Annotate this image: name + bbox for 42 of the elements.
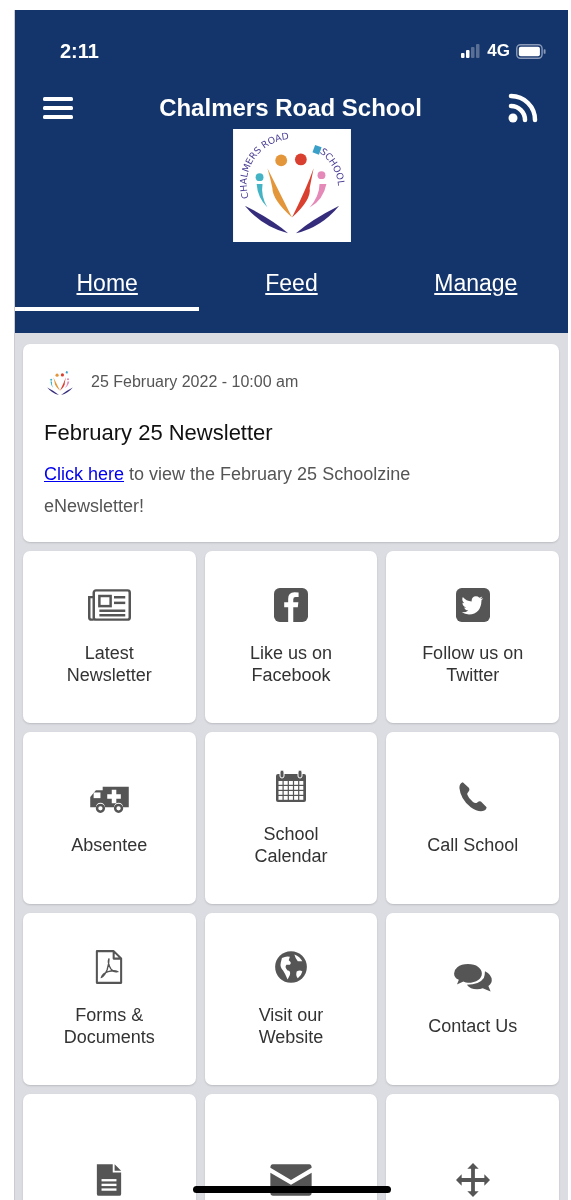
menu-tile[interactable]: Follow us on Twitter [386, 551, 559, 723]
menu-tile[interactable]: Call School [386, 732, 559, 904]
menu-tile[interactable]: Contact Us [386, 913, 559, 1085]
menu-tile[interactable]: School Calendar [204, 732, 378, 904]
menu-tile[interactable]: Forms & Documents [23, 913, 196, 1085]
calendar-icon [275, 769, 307, 803]
signal-icon [461, 44, 482, 58]
app-title: Chalmers Road School [159, 94, 422, 122]
network-label: 4G [487, 41, 510, 61]
menu-tile[interactable]: Latest Newsletter [23, 551, 196, 723]
tile-label: Call School [427, 834, 519, 856]
tile-label: Visit our Website [257, 1004, 325, 1048]
pdf-file-icon [95, 950, 124, 984]
battery-icon [516, 43, 546, 59]
globe-icon [274, 950, 308, 984]
menu-icon[interactable] [43, 96, 73, 120]
facebook-icon [274, 588, 308, 622]
tab[interactable]: Feed [199, 270, 384, 311]
post-text: Click here to view the February 25 Schoolzine eNewsletter! [44, 463, 412, 518]
tab[interactable]: Manage [383, 270, 568, 311]
tile-label: Follow us on Twitter [421, 642, 525, 686]
tile-label: School Calendar [253, 823, 329, 867]
post-title: February 25 Newsletter [44, 420, 274, 446]
bird-icon [455, 588, 490, 622]
menu-tile[interactable]: Visit our Website [204, 913, 378, 1085]
click-here-link[interactable]: Click here [44, 464, 125, 484]
status-time: 2:11 [60, 39, 99, 63]
post-date: 25 February 2022 - 10:00 am [91, 373, 299, 391]
newspaper-icon [86, 588, 132, 622]
move-arrows-icon [455, 1163, 490, 1197]
tile-label: Latest Newsletter [65, 642, 153, 686]
tab[interactable]: Home [15, 270, 200, 311]
tile-label: Forms & Documents [62, 1004, 156, 1048]
menu-tile[interactable]: Like us on Facebook [204, 551, 378, 723]
tile-label: Contact Us [428, 1015, 518, 1037]
chat-bubbles-icon [452, 961, 494, 995]
rss-icon[interactable] [508, 93, 538, 123]
document-icon [95, 1163, 124, 1197]
menu-tile[interactable]: Absentee [23, 732, 196, 904]
tile-label: Absentee [71, 834, 148, 856]
post-card[interactable]: 25 February 2022 - 10:00 am February 25 Newsletter Click here to view the February 25 Schoolzine eNewsletter! [23, 344, 559, 542]
tile-label: Like us on Facebook [248, 642, 333, 686]
